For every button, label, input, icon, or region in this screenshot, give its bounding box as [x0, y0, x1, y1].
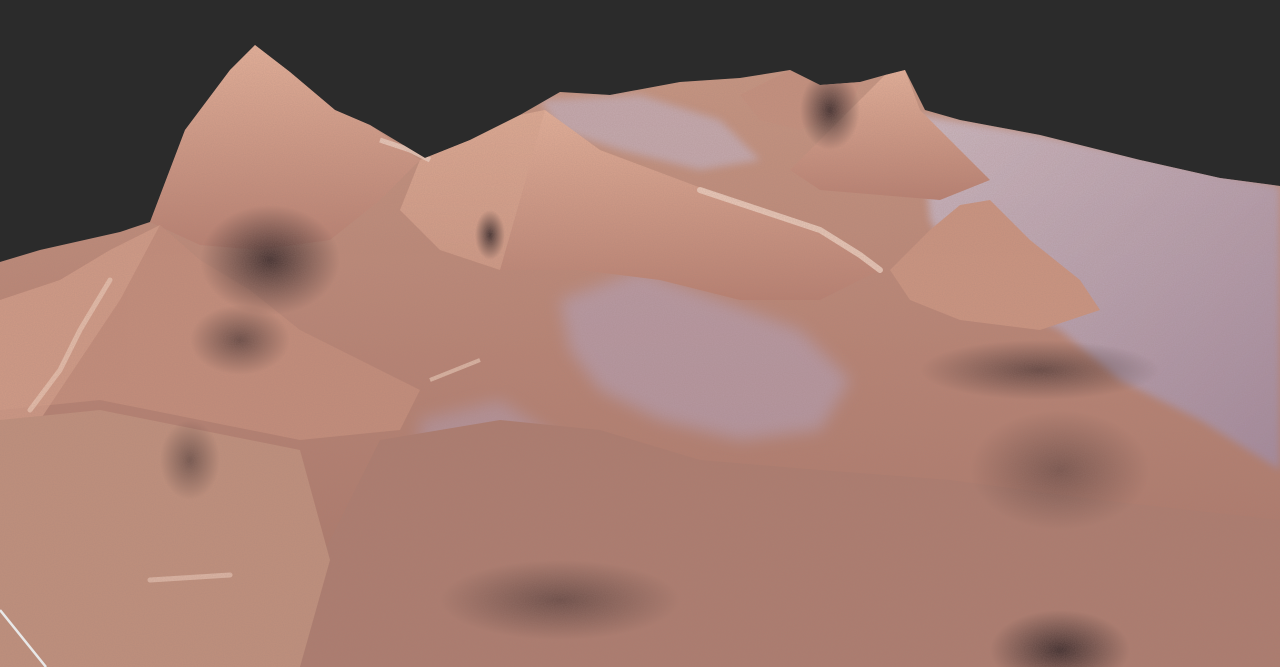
- terrain-render: [0, 45, 1280, 667]
- 3d-viewport[interactable]: [0, 0, 1280, 667]
